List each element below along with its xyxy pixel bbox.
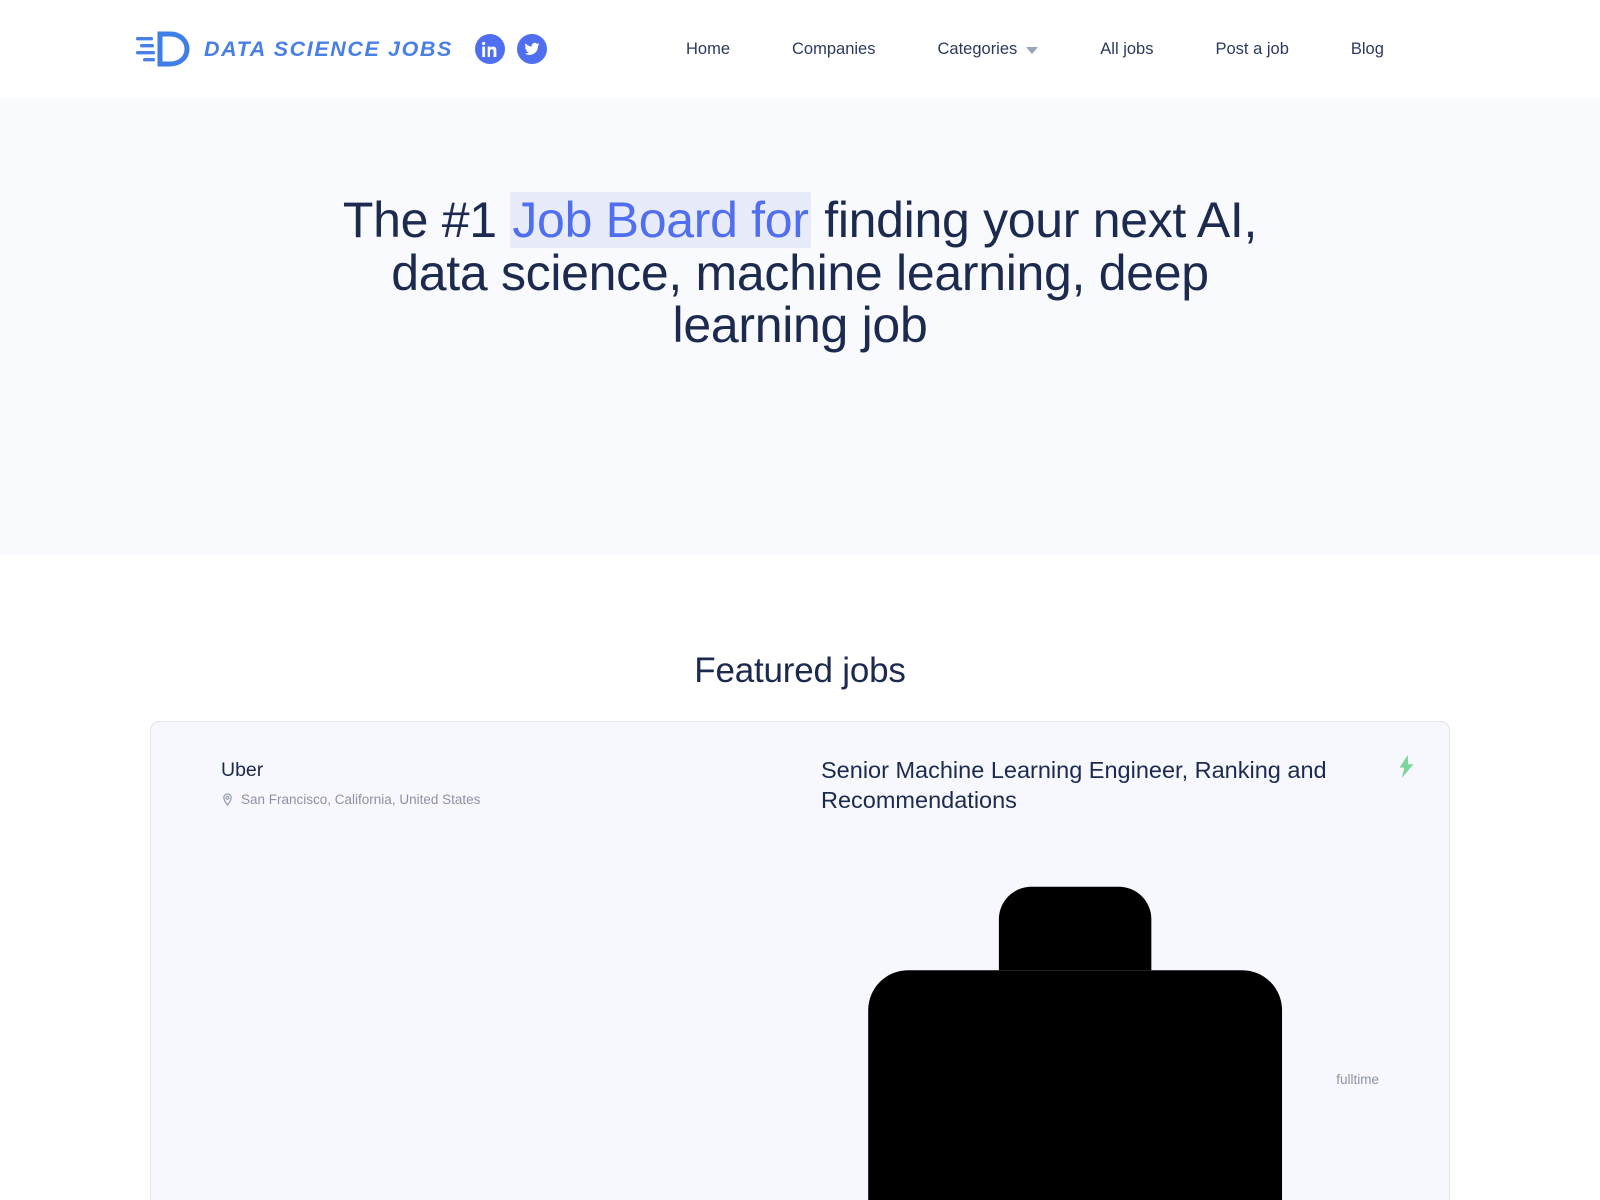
job-location: San Francisco, California, United States	[221, 792, 821, 807]
nav-item-home[interactable]: Home	[655, 30, 761, 69]
hero-section: The #1 Job Board for finding your next A…	[0, 98, 1600, 555]
nav-label: Home	[686, 39, 731, 58]
brand-cluster: DATA SCIENCE JOBS	[136, 31, 547, 67]
nav-label: Categories	[937, 39, 1018, 58]
nav-label: All jobs	[1100, 39, 1154, 58]
main-navigation: Home Companies Categories All jobs Post …	[655, 0, 1415, 98]
nav-item-post-a-job[interactable]: Post a job	[1184, 30, 1319, 69]
briefcase-icon	[868, 886, 1283, 1200]
linkedin-icon[interactable]	[475, 34, 505, 64]
job-location-city: San Francisco, California,	[241, 792, 400, 807]
speed-d-logo-icon	[136, 31, 194, 67]
job-role-column: Senior Machine Learning Engineer, Rankin…	[821, 755, 1409, 1200]
twitter-icon[interactable]	[517, 34, 547, 64]
hero-title-part1: The #1	[342, 192, 511, 248]
job-location-country: United States	[399, 792, 481, 807]
featured-jobs-list: Uber San Francisco, California, United S…	[150, 721, 1450, 1200]
hero-title-accent: Job Board for	[510, 192, 811, 248]
chevron-down-icon	[1026, 47, 1039, 54]
logo-wordmark: DATA SCIENCE JOBS	[204, 36, 453, 61]
featured-jobs-heading: Featured jobs	[694, 651, 906, 690]
site-header: DATA SCIENCE JOBS Home Companies Categor…	[0, 0, 1600, 98]
job-company-column: Uber San Francisco, California, United S…	[221, 755, 821, 807]
page-title: The #1 Job Board for finding your next A…	[300, 192, 1300, 352]
job-type-label: fulltime	[1336, 1071, 1379, 1087]
nav-item-categories[interactable]: Categories	[906, 30, 1069, 69]
nav-item-all-jobs[interactable]: All jobs	[1069, 30, 1184, 69]
job-title[interactable]: Senior Machine Learning Engineer, Rankin…	[821, 755, 1379, 815]
nav-item-blog[interactable]: Blog	[1320, 30, 1415, 69]
nav-label: Blog	[1350, 39, 1384, 58]
social-links	[475, 34, 547, 64]
job-type: fulltime	[821, 825, 1379, 1200]
logo-link[interactable]: DATA SCIENCE JOBS	[136, 31, 453, 67]
nav-item-companies[interactable]: Companies	[761, 30, 906, 69]
location-pin-icon	[223, 793, 232, 806]
job-location-text: San Francisco, California, United States	[241, 792, 480, 807]
job-card-top: Uber San Francisco, California, United S…	[221, 755, 1409, 1200]
company-name: Uber	[221, 759, 264, 781]
lightning-bolt-icon	[1398, 755, 1415, 778]
nav-label: Companies	[792, 39, 876, 58]
job-card-featured[interactable]: Uber San Francisco, California, United S…	[150, 721, 1450, 1200]
nav-label: Post a job	[1215, 39, 1289, 58]
